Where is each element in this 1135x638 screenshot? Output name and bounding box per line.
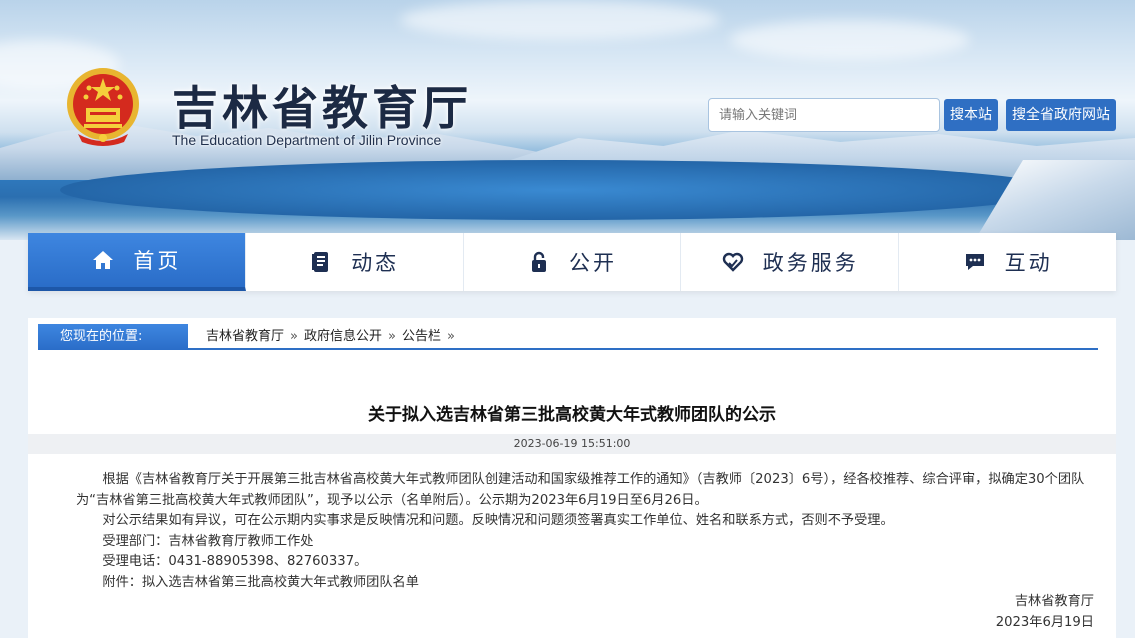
- article-signature: 吉林省教育厅 2023年6月19日: [996, 592, 1094, 633]
- document-icon: [312, 252, 329, 272]
- nav-item-label: 首页: [133, 249, 182, 273]
- national-emblem-icon: [64, 64, 142, 148]
- article-dept: 受理部门：吉林省教育厅教师工作处: [102, 533, 314, 549]
- cloud: [400, 0, 720, 40]
- article-datetime: 2023-06-19 15:51:00: [28, 434, 1116, 454]
- article-paragraph: 对公示结果如有异议，可在公示期内实事求是反映情况和问题。反映情况和问题须签署真实…: [102, 513, 894, 528]
- nav-item-services[interactable]: 政务服务: [681, 233, 900, 291]
- lock-icon: [531, 251, 546, 272]
- signature-org: 吉林省教育厅: [1014, 594, 1094, 609]
- article-attachment[interactable]: 附件：拟入选吉林省第三批高校黄大年式教师团队名单: [76, 573, 1088, 594]
- breadcrumb-item[interactable]: 公告栏: [402, 324, 441, 350]
- breadcrumb-separator: »: [290, 329, 298, 344]
- chat-icon: [965, 254, 984, 270]
- lake: [60, 160, 1060, 220]
- location-label: 您现在的位置:: [38, 324, 188, 350]
- breadcrumb-item[interactable]: 政府信息公开: [304, 324, 382, 350]
- breadcrumb: 您现在的位置: 吉林省教育厅 » 政府信息公开 » 公告栏 »: [38, 324, 1098, 350]
- nav-item-label: 互动: [1004, 251, 1053, 275]
- article-title: 关于拟入选吉林省第三批高校黄大年式教师团队的公示: [368, 405, 776, 425]
- breadcrumb-item[interactable]: 吉林省教育厅: [206, 324, 284, 350]
- home-icon: [93, 251, 114, 269]
- breadcrumb-separator: »: [388, 329, 396, 344]
- nav-item-home[interactable]: 首页: [28, 233, 246, 291]
- site-subtitle: The Education Department of Jilin Provin…: [172, 132, 442, 148]
- nav-item-news[interactable]: 动态: [246, 233, 464, 291]
- article-phone: 受理电话：0431-88905398、82760337。: [102, 554, 368, 569]
- site-title: 吉林省教育厅: [172, 81, 472, 135]
- heart-hand-icon: [722, 252, 743, 272]
- search-input[interactable]: [708, 98, 940, 132]
- search-gov-button[interactable]: 搜全省政府网站: [1006, 99, 1116, 131]
- nav-item-label: 动态: [351, 251, 400, 275]
- nav-item-label: 公开: [568, 251, 617, 275]
- nav-item-label: 政务服务: [762, 251, 859, 275]
- content-panel: 您现在的位置: 吉林省教育厅 » 政府信息公开 » 公告栏 » 关于拟入选吉林省…: [28, 318, 1116, 638]
- breadcrumb-separator: »: [446, 329, 455, 344]
- article-paragraph: 根据《吉林省教育厅关于开展第三批吉林省高校黄大年式教师团队创建活动和国家级推荐工…: [76, 472, 1085, 508]
- cloud: [730, 20, 970, 60]
- search-site-button[interactable]: 搜本站: [944, 99, 998, 131]
- main-nav: 首页 动态 公开 政务服务 互动: [28, 233, 1116, 291]
- breadcrumb-trail: 吉林省教育厅 » 政府信息公开 » 公告栏 »: [206, 324, 461, 350]
- nav-item-interact[interactable]: 互动: [899, 233, 1116, 291]
- article-body: 根据《吉林省教育厅关于开展第三批吉林省高校黄大年式教师团队创建活动和国家级推荐工…: [76, 470, 1088, 593]
- header-banner: 吉林省教育厅 The Education Department of Jilin…: [0, 0, 1135, 240]
- signature-date: 2023年6月19日: [995, 614, 1094, 630]
- nav-item-public[interactable]: 公开: [464, 233, 682, 291]
